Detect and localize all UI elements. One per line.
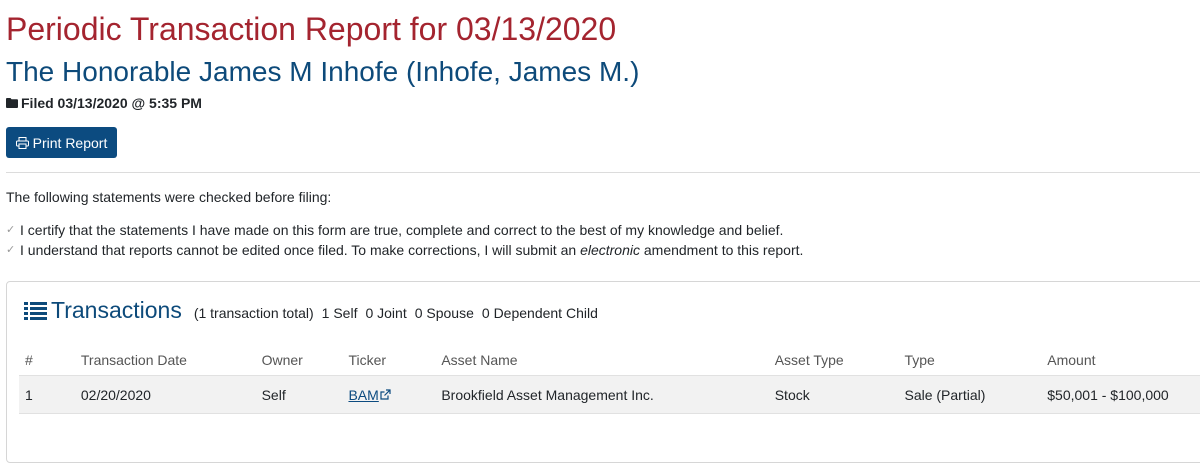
transactions-header: Transactions (1 transaction total) 1 Sel… [24,297,606,324]
section-divider [6,172,1200,173]
transactions-title: Transactions [51,297,182,323]
table-header-row: # Transaction Date Owner Ticker Asset Na… [19,345,1200,376]
joint-count: 0 Joint [365,305,407,321]
check-icon: ✓ [6,224,16,236]
self-count: 1 Self [321,305,358,321]
amendment-text-end: amendment to this report. [639,242,804,258]
amendment-text-start: I understand that reports cannot be edit… [20,242,581,258]
dependent-child-count: 0 Dependent Child [481,305,598,321]
ticker-link[interactable]: BAM [348,386,391,403]
member-name: The Honorable James M Inhofe (Inhofe, Ja… [6,56,640,87]
transaction-total: (1 transaction total) [193,305,314,321]
check-icon: ✓ [6,244,16,256]
column-header-amount[interactable]: Amount [1047,345,1200,376]
print-report-button[interactable]: Print Report [6,127,117,158]
amendment-text: I understand that reports cannot be edit… [20,241,803,259]
table-row: 1 02/20/2020 Self BAM Brookfield Asset M… [19,375,1200,414]
print-report-label: Print Report [32,134,108,151]
column-header-number[interactable]: # [19,345,81,376]
filed-date: Filed 03/13/2020 @ 5:35 PM [6,94,202,112]
external-link-icon [380,389,391,400]
filed-text: Filed 03/13/2020 @ 5:35 PM [21,95,202,111]
owner: Self [261,375,349,414]
column-header-asset-name[interactable]: Asset Name [441,345,774,376]
ticker-cell: BAM [348,375,442,414]
folder-icon [6,98,18,108]
transaction-date: 02/20/2020 [80,375,262,414]
amendment-statement: ✓ I understand that reports cannot be ed… [6,241,803,259]
ticker-symbol: BAM [348,386,379,403]
spouse-count: 0 Spouse [414,305,474,321]
asset-name: Brookfield Asset Management Inc. [441,375,775,414]
column-header-owner[interactable]: Owner [262,345,349,376]
page-title: Periodic Transaction Report for 03/13/20… [6,11,617,47]
amount: $50,001 - $100,000 [1047,375,1200,414]
column-header-ticker[interactable]: Ticker [348,345,441,376]
certification-text: I certify that the statements I have mad… [20,222,784,238]
column-header-type[interactable]: Type [904,345,1047,376]
transactions-panel: Transactions (1 transaction total) 1 Sel… [6,281,1200,463]
certification-statement: ✓ I certify that the statements I have m… [6,221,783,239]
list-icon [24,301,47,320]
asset-type: Stock [774,375,905,414]
amendment-text-emphasis: electronic [580,242,640,258]
transactions-table: # Transaction Date Owner Ticker Asset Na… [19,345,1200,414]
statements-intro: The following statements were checked be… [6,189,332,205]
transaction-type: Sale (Partial) [904,375,1048,414]
column-header-transaction-date[interactable]: Transaction Date [81,345,262,376]
row-number: 1 [19,375,81,414]
print-icon [15,136,29,149]
column-header-asset-type[interactable]: Asset Type [775,345,905,376]
